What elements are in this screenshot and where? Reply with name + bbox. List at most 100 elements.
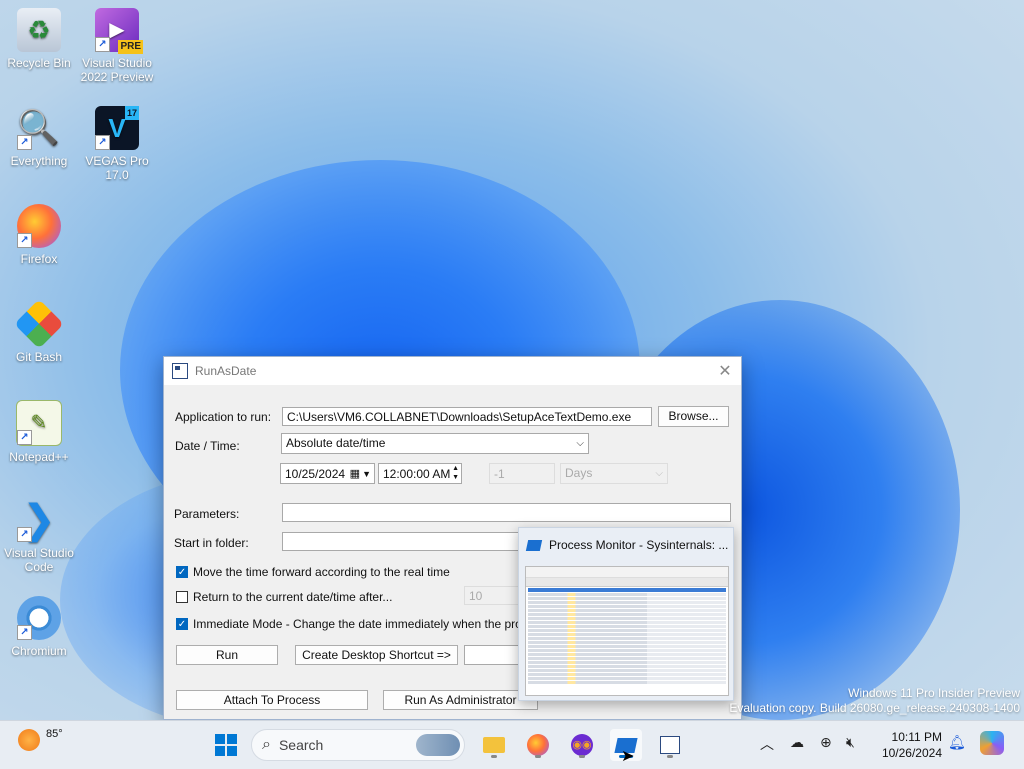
- system-clock[interactable]: 10:11 PM 10/26/2024: [868, 729, 942, 761]
- parameters-field[interactable]: [282, 503, 731, 522]
- return-checkbox[interactable]: Return to the current date/time after...: [176, 590, 392, 604]
- offset-field[interactable]: -1: [489, 463, 555, 484]
- shortcut-arrow-icon: ↗: [17, 625, 32, 640]
- taskbar-firefox[interactable]: [522, 729, 554, 761]
- watermark-line1: Windows 11 Pro Insider Preview: [848, 686, 1020, 700]
- desktop-icon-visual-studio[interactable]: ▶ PRE ↗ Visual Studio 2022 Preview: [78, 8, 156, 84]
- offset-unit-select[interactable]: Days ⌵: [560, 463, 668, 484]
- datetime-mode-select[interactable]: Absolute date/time ⌵: [281, 433, 589, 454]
- start-button[interactable]: [210, 729, 242, 761]
- chevron-down-icon: ⌵: [655, 468, 663, 479]
- time-picker[interactable]: 12:00:00 AM ▲ ▼: [378, 463, 462, 484]
- browse-button[interactable]: Browse...: [658, 406, 729, 427]
- create-shortcut-button[interactable]: Create Desktop Shortcut =>: [295, 645, 458, 665]
- desktop-icon-git-bash[interactable]: Git Bash: [0, 299, 78, 364]
- date-value: 10/25/2024: [285, 467, 346, 481]
- chromium-icon: ↗: [17, 596, 61, 640]
- network-icon[interactable]: ⊕: [820, 734, 832, 751]
- move-forward-checkbox[interactable]: ✓ Move the time forward according to the…: [176, 565, 450, 579]
- desktop-icon-everything[interactable]: 🔍 ↗ Everything: [0, 106, 78, 168]
- sun-icon: [18, 729, 40, 751]
- desktop-icon-label: Git Bash: [15, 350, 63, 364]
- time-value: 12:00:00 AM: [383, 467, 451, 481]
- process-monitor-thumbnail[interactable]: Process Monitor - Sysinternals: ...: [518, 527, 734, 701]
- weather-widget[interactable]: 85°: [18, 728, 63, 751]
- desktop-icon-notepadpp[interactable]: ✎ ↗ Notepad++: [0, 400, 78, 464]
- firefox-icon: [527, 734, 549, 756]
- datetime-label: Date / Time:: [175, 439, 240, 453]
- mouse-cursor-icon: ➤: [621, 748, 635, 765]
- watermark-line2: Evaluation copy. Build 26080.ge_release.…: [729, 701, 1020, 715]
- date-picker[interactable]: 10/25/2024 ▦ ▼: [280, 463, 375, 484]
- recycle-bin-icon: ♻: [17, 8, 61, 52]
- offset-unit-value: Days: [565, 466, 593, 480]
- taskbar-file-explorer[interactable]: [478, 729, 510, 761]
- desktop-icon-label: VEGAS Pro 17.0: [85, 154, 149, 182]
- desktop-icon-label: Firefox: [20, 252, 58, 266]
- dropdown-arrow-icon[interactable]: ▼: [362, 464, 371, 483]
- app-to-run-label: Application to run:: [175, 410, 272, 424]
- search-icon: ⌕: [262, 736, 271, 753]
- git-bash-icon: [14, 299, 64, 349]
- folder-icon: [483, 737, 505, 753]
- clock-time: 10:11 PM: [891, 730, 942, 744]
- checkbox-unchecked-icon: [176, 591, 188, 603]
- immediate-mode-checkbox[interactable]: ✓ Immediate Mode - Change the date immed…: [176, 617, 559, 631]
- window-titlebar[interactable]: RunAsDate ✕: [164, 357, 741, 385]
- onedrive-icon[interactable]: ☁: [790, 734, 804, 751]
- desktop-icon-recycle-bin[interactable]: ♻ Recycle Bin: [0, 8, 78, 70]
- vscode-icon: ❯ ↗: [17, 498, 61, 542]
- return-label: Return to the current date/time after...: [193, 590, 393, 604]
- copilot-icon[interactable]: [980, 731, 1004, 755]
- desktop-icon-label: Recycle Bin: [7, 56, 71, 70]
- desktop-icon-chromium[interactable]: ↗ Chromium: [0, 596, 78, 658]
- evaluation-watermark: Windows 11 Pro Insider Preview Evaluatio…: [729, 686, 1020, 716]
- search-placeholder: Search: [278, 737, 324, 753]
- return-value-field[interactable]: 10: [464, 586, 524, 605]
- process-monitor-icon: [525, 539, 543, 551]
- desktop-icon-firefox[interactable]: ↗ Firefox: [0, 204, 78, 266]
- visual-studio-icon: ▶ PRE ↗: [95, 8, 143, 54]
- close-icon[interactable]: ✕: [709, 361, 741, 381]
- runasdate-app-icon: [172, 363, 188, 379]
- firefox-icon: ↗: [17, 204, 61, 248]
- immediate-mode-label: Immediate Mode - Change the date immedia…: [193, 617, 559, 631]
- shortcut-arrow-icon: ↗: [95, 37, 110, 52]
- taskbar-app-purple[interactable]: ◉◉: [566, 729, 598, 761]
- chevron-down-icon: ⌵: [576, 438, 584, 449]
- desktop-icon-label: Everything: [10, 154, 68, 168]
- desktop-icon-label: Visual Studio Code: [4, 546, 74, 574]
- taskbar: 85° ⌕ Search ◉◉ ︿ ☁ ⊕ 🔇︎ 10:11 PM 10/26/…: [0, 720, 1024, 769]
- app-to-run-field[interactable]: C:\Users\VM6.COLLABNET\Downloads\SetupAc…: [282, 407, 652, 426]
- attach-to-process-button[interactable]: Attach To Process: [176, 690, 368, 710]
- thumbnail-title: Process Monitor - Sysinternals: ...: [549, 538, 729, 552]
- run-as-admin-button[interactable]: Run As Administrator: [383, 690, 538, 710]
- move-forward-label: Move the time forward according to the r…: [193, 565, 450, 579]
- taskbar-search[interactable]: ⌕ Search: [251, 729, 465, 761]
- thumbnail-preview: [525, 566, 729, 696]
- desktop-icon-vegas[interactable]: V 17 ↗ VEGAS Pro 17.0: [78, 106, 156, 182]
- datetime-mode-value: Absolute date/time: [286, 436, 386, 450]
- pre-badge: PRE: [118, 40, 143, 54]
- shortcut-arrow-icon: ↗: [17, 527, 32, 542]
- search-highlight-icon: [416, 734, 460, 756]
- windows-logo-icon: [215, 734, 237, 756]
- spinner-icon[interactable]: ▲ ▼: [452, 464, 459, 482]
- shortcut-arrow-icon: ↗: [17, 233, 32, 248]
- taskbar-runasdate[interactable]: [654, 729, 686, 761]
- window-title: RunAsDate: [195, 364, 257, 378]
- runasdate-app-icon: [660, 736, 680, 754]
- volume-muted-icon[interactable]: 🔇︎: [846, 734, 855, 751]
- notification-bell-icon[interactable]: 🔔︎: [948, 734, 966, 751]
- clock-date: 10/26/2024: [881, 746, 942, 760]
- desktop-icon-vscode[interactable]: ❯ ↗ Visual Studio Code: [0, 498, 78, 574]
- desktop-icon-label: Chromium: [11, 644, 67, 658]
- chevron-up-icon[interactable]: ︿: [760, 734, 774, 754]
- parameters-label: Parameters:: [174, 507, 240, 521]
- weather-temp: 85°: [46, 728, 63, 740]
- calendar-icon[interactable]: ▦: [350, 464, 360, 483]
- start-folder-label: Start in folder:: [174, 536, 249, 550]
- run-button[interactable]: Run: [176, 645, 278, 665]
- shortcut-arrow-icon: ↗: [95, 135, 110, 150]
- shortcut-name-field[interactable]: [464, 645, 524, 665]
